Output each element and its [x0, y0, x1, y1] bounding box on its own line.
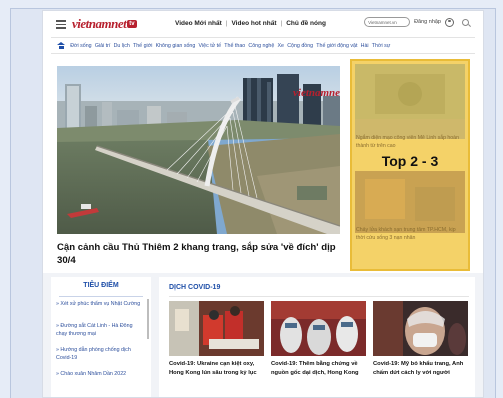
- nav-video-newest[interactable]: Video Mới nhất: [175, 20, 222, 27]
- nav-separator: |: [225, 20, 228, 27]
- site-logo[interactable]: vietnamnet tv: [72, 16, 137, 31]
- header-tools: Vietnamnet.vn Đăng nhập: [364, 17, 469, 27]
- ambulance-photo: [169, 301, 264, 356]
- search-placeholder: Vietnamnet.vn: [368, 19, 397, 25]
- covid-card-caption[interactable]: Covid-19: Ukraine cạn kiệt oxy, Hong Kon…: [169, 360, 265, 377]
- focus-item[interactable]: » Xét xử phúc thẩm vụ Nhật Cường: [56, 301, 144, 309]
- side-caption-2[interactable]: Chảy lửa khách sạn trung tâm TP.HCM, kịp…: [356, 227, 464, 242]
- covid-card-caption[interactable]: Covid-19: Mỹ bỏ khẩu trang, Anh chấm dứt…: [373, 360, 469, 377]
- covid-divider: [169, 296, 469, 297]
- focus-panel: TIÊU ĐIỂM » Xét xử phúc thẩm vụ Nhật Cườ…: [51, 277, 151, 397]
- covid-card-image[interactable]: [271, 301, 366, 356]
- category-item[interactable]: Giải trí: [95, 43, 111, 49]
- covid-card-caption[interactable]: Covid-19: Thêm bằng chứng về nguồn gốc d…: [271, 360, 367, 377]
- hero-title[interactable]: Cận cảnh cầu Thủ Thiêm 2 khang trang, sắ…: [57, 241, 342, 267]
- category-item[interactable]: Công nghệ: [248, 43, 274, 49]
- category-item[interactable]: Xe: [278, 43, 284, 49]
- category-item[interactable]: Hài: [361, 43, 369, 49]
- covid-card-image[interactable]: [373, 301, 468, 356]
- nav-video-hot[interactable]: Video hot nhất: [231, 20, 276, 27]
- login-link[interactable]: Đăng nhập: [414, 19, 441, 25]
- covid-card-image[interactable]: [169, 301, 264, 356]
- focus-item-text: Đường sắt Cát Linh - Hà Đông chạy thương…: [56, 323, 133, 337]
- category-item[interactable]: Cộng đồng: [287, 43, 313, 49]
- category-item[interactable]: Du lịch: [114, 43, 130, 49]
- focus-divider: [59, 296, 143, 297]
- focus-item-text: Xét xử phúc thẩm vụ Nhật Cường: [60, 301, 141, 307]
- side-image-1: [355, 64, 465, 139]
- covid-section: DỊCH COVID-19 Covid-19: Ukraine cạn kiệt…: [159, 277, 475, 397]
- category-item[interactable]: Đời sống: [70, 43, 91, 49]
- face-mask-photo: [373, 301, 468, 356]
- home-icon[interactable]: [57, 42, 65, 49]
- logo-text: vietnamnet: [72, 16, 127, 31]
- search-icon[interactable]: [462, 18, 469, 26]
- web-page: vietnamnet tv Video Mới nhất | Video hot…: [43, 11, 483, 397]
- user-icon[interactable]: [445, 17, 454, 27]
- focus-item[interactable]: » Đường sắt Cát Linh - Hà Đông chạy thươ…: [56, 323, 144, 338]
- logo-badge: tv: [127, 20, 137, 28]
- category-item[interactable]: Không gian sống: [156, 43, 196, 49]
- nav-separator: |: [280, 20, 283, 27]
- category-item[interactable]: Thời sự: [372, 43, 391, 49]
- search-input[interactable]: Vietnamnet.vn: [364, 17, 411, 27]
- hero-image[interactable]: vietnamnet: [57, 66, 340, 234]
- covid-section-title[interactable]: DỊCH COVID-19: [169, 284, 220, 291]
- focus-title: TIÊU ĐIỂM: [83, 282, 119, 289]
- category-item[interactable]: Thế giới động vật: [316, 43, 357, 49]
- focus-item[interactable]: » Chào xuân Nhâm Dần 2022: [56, 371, 144, 379]
- protective-suits-photo: [271, 301, 366, 356]
- header-divider: [51, 37, 475, 38]
- side-image-2: [355, 171, 465, 233]
- focus-item-text: Hướng dẫn phòng chống dịch Covid-19: [56, 347, 131, 361]
- top-nav: Video Mới nhất | Video hot nhất | Chủ đề…: [175, 20, 326, 27]
- focus-item-text: Chào xuân Nhâm Dần 2022: [60, 371, 127, 377]
- focus-item[interactable]: » Hướng dẫn phòng chống dịch Covid-19: [56, 347, 144, 362]
- category-item[interactable]: Việc tử tế: [199, 43, 222, 49]
- header-bar: vietnamnet tv Video Mới nhất | Video hot…: [43, 11, 483, 37]
- bridge-illustration: vietnamnet: [57, 66, 340, 234]
- side-caption-1[interactable]: Ngắm diện mạo công viên Mê Linh sắp hoàn…: [356, 135, 464, 150]
- focus-scrollbar[interactable]: [147, 299, 149, 339]
- menu-icon[interactable]: [56, 20, 66, 29]
- category-nav: Đời sống Giải trí Du lịch Thế giới Không…: [57, 42, 390, 49]
- top-stories-box[interactable]: Ngắm diện mạo công viên Mê Linh sắp hoàn…: [350, 59, 470, 271]
- nav-hot-topics[interactable]: Chủ đề nóng: [286, 20, 326, 27]
- hero-watermark-logo: vietnamnet: [293, 87, 340, 99]
- category-item[interactable]: Thế giới: [133, 43, 152, 49]
- category-item[interactable]: Thể thao: [224, 43, 245, 49]
- nav-divider: [51, 53, 475, 54]
- top-label: Top 2 - 3: [381, 153, 439, 169]
